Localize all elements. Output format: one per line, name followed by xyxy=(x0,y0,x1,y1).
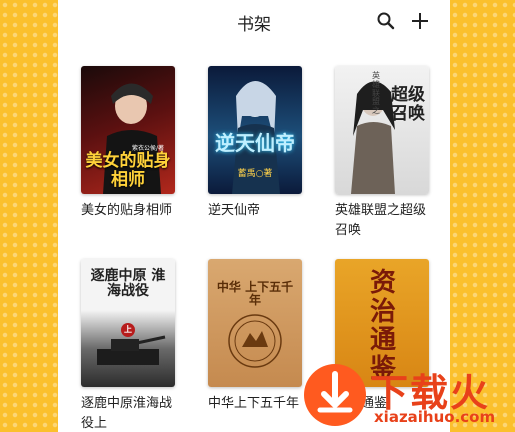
cover-title: 逆天仙帝 xyxy=(215,131,295,155)
site-watermark: 下载火 xiazaihuo.com xyxy=(304,362,514,430)
cover-title: 超级召唤 xyxy=(391,85,425,124)
book-title: 逐鹿中原淮海战役上 xyxy=(81,396,173,431)
watermark-url: xiazaihuo.com xyxy=(374,408,496,426)
book-cover[interactable]: 逆天仙帝 蓄禹○著 xyxy=(208,66,302,194)
book-cover[interactable]: 美女的贴身相师 紫衣公侯/著 xyxy=(81,66,175,194)
search-icon[interactable] xyxy=(376,11,396,31)
book-title: 中华上下五千年 xyxy=(208,396,300,411)
book-item[interactable]: 中华 上下五千年 中华上下五千年 xyxy=(208,259,308,414)
plus-icon[interactable] xyxy=(410,11,430,31)
header-bar: 书架 xyxy=(58,0,450,44)
book-title: 逆天仙帝 xyxy=(208,203,261,218)
cover-author: 蓄禹○著 xyxy=(237,169,273,179)
cover-emblem-icon xyxy=(228,314,282,368)
book-cover[interactable]: 逐鹿中原 淮海战役 上 xyxy=(81,259,175,387)
book-item[interactable]: 逐鹿中原 淮海战役 上 逐鹿中原淮海战役上 xyxy=(81,259,181,432)
book-item[interactable]: 美女的贴身相师 紫衣公侯/著 美女的贴身相师 xyxy=(81,66,181,221)
download-logo-icon xyxy=(304,364,366,426)
cover-title: 美女的贴身相师 xyxy=(85,151,171,190)
book-item[interactable]: 逆天仙帝 蓄禹○著 逆天仙帝 xyxy=(208,66,308,221)
cover-author: 紫衣公侯/著 xyxy=(131,145,165,152)
cover-title: 中华 上下五千年 xyxy=(216,280,294,308)
book-item[interactable]: 超级召唤 英雄联盟之 英雄联盟之超级召唤 xyxy=(335,66,435,241)
book-cover[interactable]: 超级召唤 英雄联盟之 xyxy=(335,66,429,194)
book-title: 美女的贴身相师 xyxy=(81,203,173,218)
cover-volume-badge: 上 xyxy=(121,323,135,337)
book-cover[interactable]: 中华 上下五千年 xyxy=(208,259,302,387)
book-title: 英雄联盟之超级召唤 xyxy=(335,203,427,238)
cover-title: 逐鹿中原 淮海战役 xyxy=(90,268,166,300)
cover-subtitle: 英雄联盟之 xyxy=(372,71,380,116)
